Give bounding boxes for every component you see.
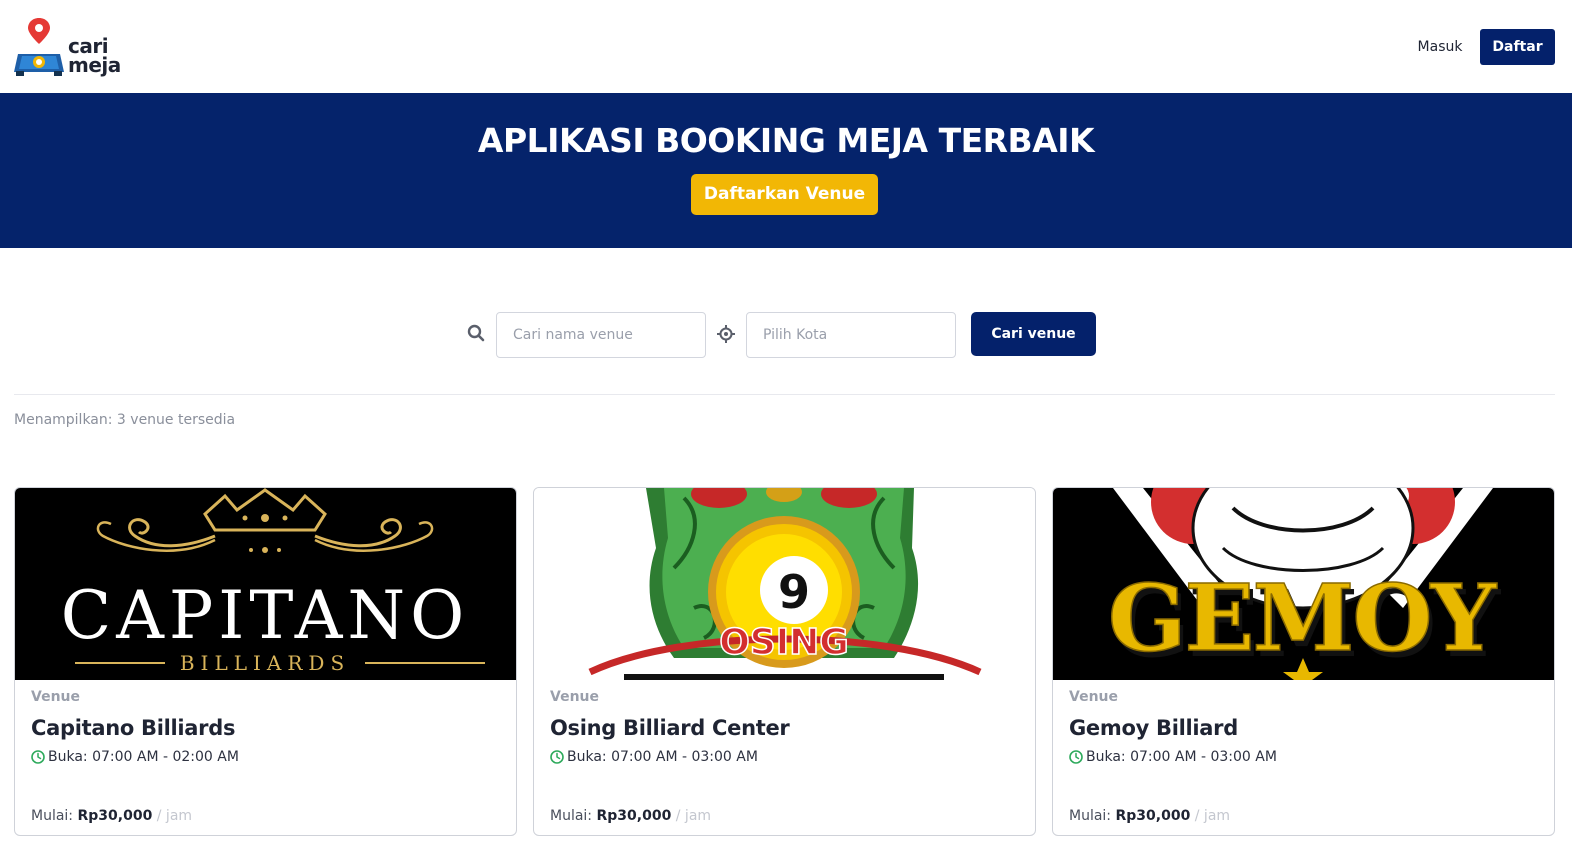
venue-hours: Buka: 07:00 AM - 03:00 AM bbox=[550, 749, 758, 765]
venue-tag: Venue bbox=[1069, 689, 1118, 705]
location-crosshair-icon bbox=[716, 324, 736, 344]
venue-image: CAPITANO BILLIARDS bbox=[15, 488, 516, 680]
venue-image: 3 GEMOY GEMOY bbox=[1053, 488, 1554, 680]
venue-name: Osing Billiard Center bbox=[550, 716, 790, 740]
svg-text:BILLIARDS: BILLIARDS bbox=[180, 651, 350, 675]
logo-wordmark: cari meja bbox=[68, 34, 121, 77]
venue-card[interactable]: CAPITANO BILLIARDS Venue Capitano Billia… bbox=[14, 487, 517, 836]
hero-title: APLIKASI BOOKING MEJA TERBAIK bbox=[477, 121, 1095, 160]
gemoy-logo-text: GEMOY bbox=[1108, 564, 1498, 672]
venue-tag: Venue bbox=[550, 689, 599, 705]
venue-price: Mulai: Rp30,000 / jam bbox=[1069, 808, 1231, 824]
result-count-text: Menampilkan: 3 venue tersedia bbox=[14, 412, 236, 428]
clock-icon bbox=[31, 750, 45, 764]
register-button[interactable]: Daftar bbox=[1480, 29, 1555, 65]
venue-hours: Buka: 07:00 AM - 03:00 AM bbox=[1069, 749, 1277, 765]
login-link[interactable]: Masuk bbox=[1404, 34, 1476, 60]
venue-tag: Venue bbox=[31, 689, 80, 705]
register-venue-button[interactable]: Daftarkan Venue bbox=[691, 174, 878, 215]
osing-logo-text: OSING bbox=[719, 622, 849, 663]
osing-ball-number: 9 bbox=[778, 565, 810, 619]
hero-banner: APLIKASI BOOKING MEJA TERBAIK Daftarkan … bbox=[0, 93, 1572, 248]
venue-name: Gemoy Billiard bbox=[1069, 716, 1238, 740]
search-icon bbox=[467, 324, 487, 344]
top-header: cari meja Masuk Daftar bbox=[0, 0, 1572, 93]
venue-name-search-input[interactable] bbox=[496, 312, 706, 358]
cari-meja-logo[interactable]: cari meja bbox=[12, 16, 122, 78]
venue-hours: Buka: 07:00 AM - 02:00 AM bbox=[31, 749, 239, 765]
capitano-logo-text: CAPITANO bbox=[61, 577, 470, 654]
city-select-input[interactable] bbox=[746, 312, 956, 358]
clock-icon bbox=[1069, 750, 1083, 764]
venue-image: 9 OSING bbox=[534, 488, 1035, 680]
billiard-table-pin-icon bbox=[14, 18, 64, 76]
search-venue-button[interactable]: Cari venue bbox=[971, 312, 1096, 356]
section-divider bbox=[14, 394, 1555, 395]
venue-card[interactable]: 3 GEMOY GEMOY Venue Gemoy Billiard Buka:… bbox=[1052, 487, 1555, 836]
venue-card[interactable]: 9 OSING Venue Osing Billiard Center Buka… bbox=[533, 487, 1036, 836]
venue-name: Capitano Billiards bbox=[31, 716, 236, 740]
venue-price: Mulai: Rp30,000 / jam bbox=[550, 808, 712, 824]
clock-icon bbox=[550, 750, 564, 764]
venue-price: Mulai: Rp30,000 / jam bbox=[31, 808, 193, 824]
